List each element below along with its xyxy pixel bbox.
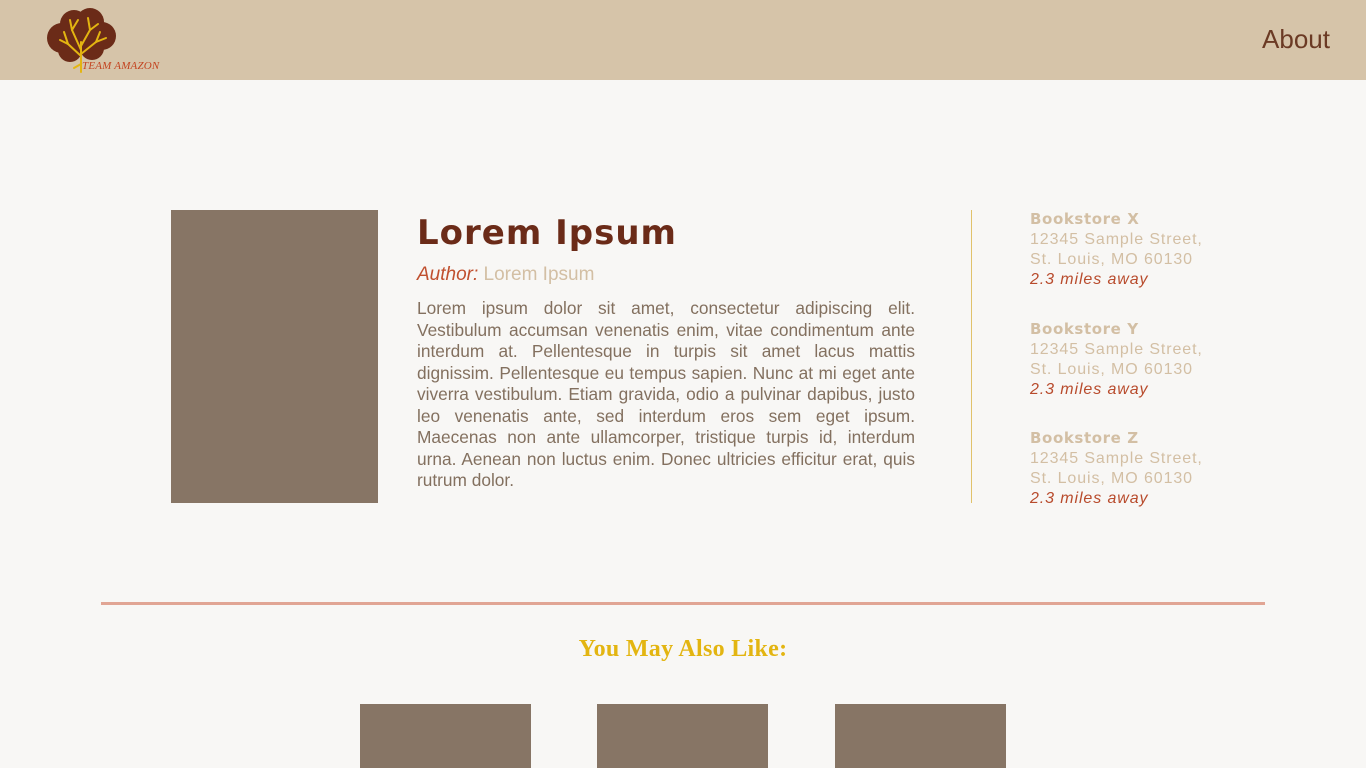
bookstore-address-line2: St. Louis, MO 60130 <box>1030 470 1193 487</box>
vertical-divider <box>971 210 972 503</box>
logo-text: TEAM AMAZON <box>82 60 160 72</box>
bookstore-address-line2: St. Louis, MO 60130 <box>1030 360 1193 378</box>
book-cover-image <box>171 210 378 503</box>
bookstore-item: Bookstore X 12345 Sample Street, St. Lou… <box>1030 209 1330 319</box>
author-line: Author: Lorem Ipsum <box>417 264 594 286</box>
bookstore-item: Bookstore Y 12345 Sample Street, St. Lou… <box>1030 319 1330 429</box>
bookstore-address-line2: St. Louis, MO 60130 <box>1030 251 1193 268</box>
bookstore-list: Bookstore X 12345 Sample Street, St. Lou… <box>1030 209 1330 538</box>
book-description: Lorem ipsum dolor sit amet, consectetur … <box>417 298 915 490</box>
author-label: Author: <box>417 264 479 285</box>
bookstore-name[interactable]: Bookstore Y <box>1030 319 1330 340</box>
author-name: Lorem Ipsum <box>483 264 595 285</box>
top-navigation-bar: TEAM AMAZON About <box>0 0 1366 80</box>
recommended-book-cover[interactable] <box>835 704 1006 768</box>
bookstore-item: Bookstore Z 12345 Sample Street, St. Lou… <box>1030 428 1330 538</box>
bookstore-address-line1: 12345 Sample Street, <box>1030 340 1203 358</box>
section-divider <box>101 602 1265 605</box>
nav-about-link[interactable]: About <box>1262 24 1330 55</box>
recommended-book-cover[interactable] <box>597 704 768 768</box>
recommended-book-cover[interactable] <box>360 704 531 768</box>
bookstore-distance: 2.3 miles away <box>1030 490 1149 507</box>
recommendations-title: You May Also Like: <box>578 636 788 662</box>
bookstore-name[interactable]: Bookstore Z <box>1030 428 1330 449</box>
book-title: Lorem Ipsum <box>417 213 677 253</box>
bookstore-distance: 2.3 miles away <box>1030 271 1149 288</box>
bookstore-distance: 2.3 miles away <box>1030 380 1149 398</box>
bookstore-address-line1: 12345 Sample Street, <box>1030 450 1203 467</box>
bookstore-address-line1: 12345 Sample Street, <box>1030 231 1203 248</box>
bookstore-name[interactable]: Bookstore X <box>1030 209 1330 230</box>
team-amazon-logo[interactable]: TEAM AMAZON <box>44 6 184 76</box>
